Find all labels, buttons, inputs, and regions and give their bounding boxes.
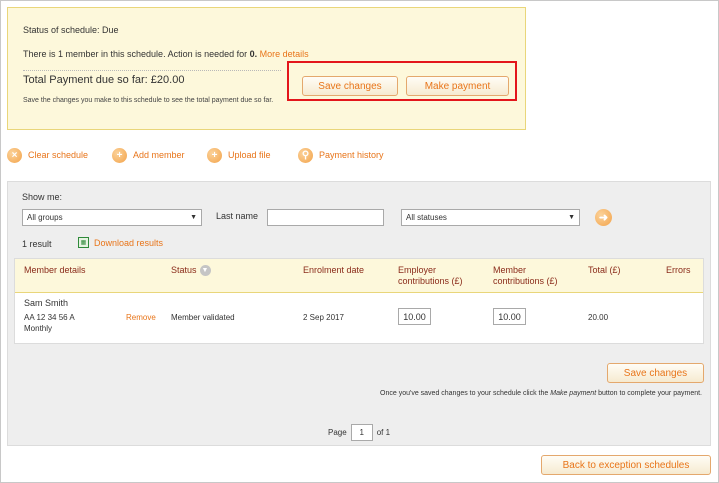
dropdown-arrow-icon: ▼ [190, 214, 197, 221]
total-payment-text: Total Payment due so far: £20.00 [23, 74, 185, 86]
download-results-link[interactable]: ▦ Download results [78, 237, 163, 248]
save-note-suffix: button to complete your payment. [596, 390, 702, 397]
clear-schedule-action[interactable]: × Clear schedule [7, 146, 88, 164]
more-details-link[interactable]: More details [260, 49, 309, 59]
statuses-select[interactable]: All statuses ▼ [401, 209, 580, 226]
payment-history-label: Payment history [319, 150, 384, 160]
schedule-status-text: Status of schedule: Due [23, 25, 119, 35]
save-changes-button-top[interactable]: Save changes [302, 76, 398, 96]
header-status[interactable]: Status ▼ [171, 265, 211, 277]
save-changes-button-bottom[interactable]: Save changes [607, 363, 704, 383]
make-payment-button[interactable]: Make payment [406, 76, 509, 96]
header-total: Total (£) [588, 265, 621, 275]
remove-member-link[interactable]: Remove [126, 312, 156, 323]
last-name-label: Last name [216, 211, 259, 221]
payment-history-action[interactable]: ⚲ Payment history [298, 146, 384, 164]
plus-circle-icon: + [112, 147, 127, 163]
groups-select[interactable]: All groups ▼ [22, 209, 202, 226]
page-label: Page [328, 428, 347, 437]
groups-select-value: All groups [27, 213, 63, 222]
arrow-right-circle-icon[interactable]: ➜ [595, 209, 612, 226]
member-name: Sam Smith [24, 298, 69, 308]
dropdown-arrow-icon: ▼ [568, 214, 575, 221]
last-name-input[interactable] [267, 209, 384, 226]
magnifier-circle-icon: ⚲ [298, 147, 313, 163]
chevron-down-icon[interactable]: ▼ [199, 265, 211, 277]
member-ni-number: AA 12 34 56 A [24, 313, 75, 322]
pagination: Page 1 of 1 [328, 424, 390, 441]
header-errors: Errors [666, 265, 691, 275]
members-panel: Show me: All groups ▼ Last name All stat… [7, 181, 711, 446]
table-header: Member details Status ▼ Enrolment date Em… [15, 259, 703, 293]
member-status: Member validated [171, 313, 235, 322]
page-number-input[interactable]: 1 [350, 424, 373, 441]
header-enrolment-date: Enrolment date [303, 265, 365, 275]
header-member-contributions: Member contributions (£) [493, 265, 558, 286]
add-member-label: Add member [133, 150, 185, 160]
upload-file-label: Upload file [228, 150, 271, 160]
upload-file-action[interactable]: + Upload file [207, 146, 271, 164]
save-hint-text: Save the changes you make to this schedu… [23, 97, 274, 104]
clear-schedule-label: Clear schedule [28, 150, 89, 160]
member-frequency: Monthly [24, 324, 53, 333]
member-enrolment-date: 2 Sep 2017 [303, 313, 344, 322]
header-status-label: Status [171, 265, 197, 275]
members-table: Member details Status ▼ Enrolment date Em… [14, 258, 704, 344]
close-circle-icon: × [7, 147, 22, 163]
save-note-emphasis: Make payment [550, 390, 597, 397]
action-count: 0. [249, 49, 258, 59]
spreadsheet-icon: ▦ [78, 237, 89, 248]
member-total: 20.00 [588, 313, 609, 322]
save-note: Once you've saved changes to your schedu… [380, 390, 702, 397]
result-count: 1 result [22, 239, 52, 249]
page-of-label: of 1 [376, 428, 391, 437]
add-member-action[interactable]: + Add member [112, 146, 185, 164]
employer-contribution-input[interactable]: 10.00 [398, 308, 431, 325]
member-contribution-input[interactable]: 10.00 [493, 308, 526, 325]
members-summary: There is 1 member in this schedule. Acti… [23, 49, 309, 59]
statuses-select-value: All statuses [406, 213, 447, 222]
download-results-label: Download results [94, 237, 164, 248]
header-employer-contributions: Employer contributions (£) [398, 265, 463, 286]
divider [23, 70, 281, 71]
header-member-details: Member details [24, 265, 86, 275]
upload-circle-icon: + [207, 147, 222, 163]
save-note-prefix: Once you've saved changes to your schedu… [380, 390, 551, 397]
members-summary-text: There is 1 member in this schedule. Acti… [23, 49, 250, 59]
show-me-label: Show me: [22, 192, 63, 202]
back-to-exception-schedules-button[interactable]: Back to exception schedules [541, 455, 711, 475]
